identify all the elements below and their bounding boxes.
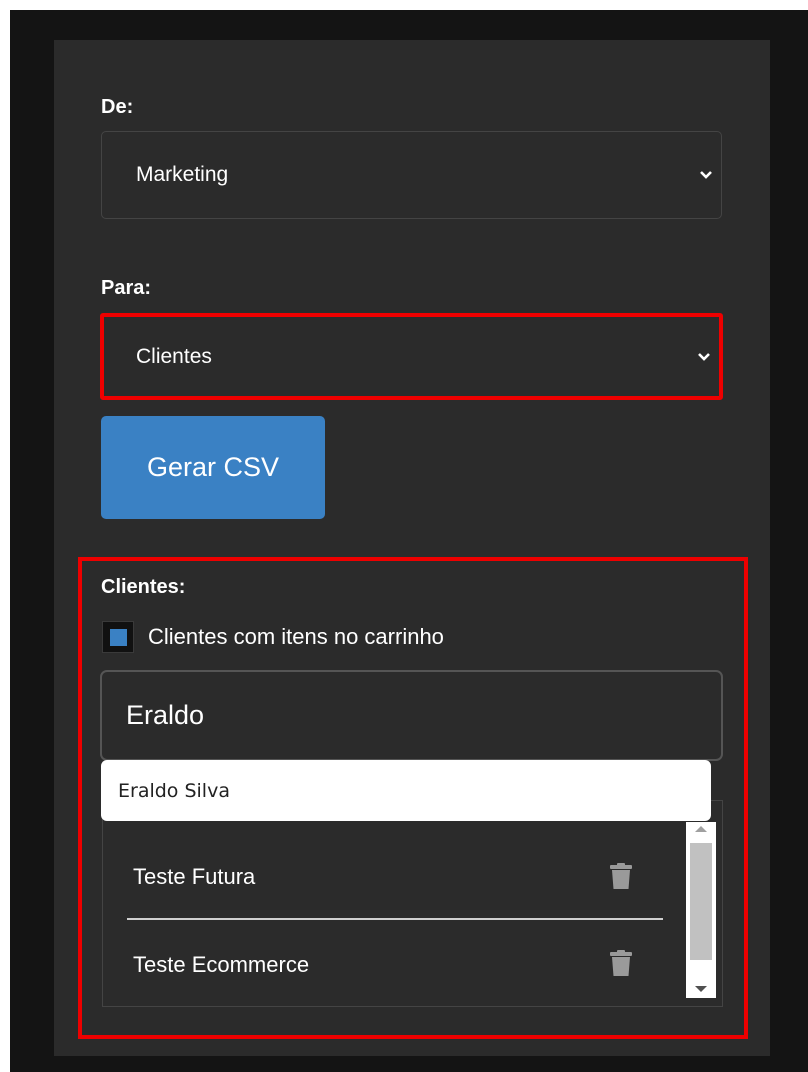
to-select[interactable]: Clientes [100, 313, 723, 400]
list-item-name: Teste Futura [133, 864, 256, 889]
trash-icon[interactable] [610, 863, 632, 889]
list-divider [127, 918, 663, 920]
chevron-down-icon [698, 352, 710, 361]
checkbox-checked-mark [110, 629, 127, 646]
clients-label: Clientes: [101, 576, 186, 598]
cart-clients-checkbox[interactable] [102, 621, 134, 653]
to-select-value: Clientes [136, 344, 212, 368]
autocomplete-suggestion[interactable]: Eraldo Silva [101, 760, 711, 821]
to-label: Para: [101, 277, 152, 299]
scroll-down-arrow-icon[interactable] [695, 986, 707, 992]
from-select-value: Marketing [136, 163, 229, 186]
trash-icon[interactable] [610, 950, 632, 976]
from-select[interactable]: Marketing [101, 131, 722, 219]
generate-csv-button[interactable]: Gerar CSV [101, 416, 325, 519]
chevron-down-icon [700, 171, 712, 179]
scroll-up-arrow-icon[interactable] [695, 826, 707, 832]
cart-clients-checkbox-label[interactable]: Clientes com itens no carrinho [148, 621, 444, 653]
scroll-thumb[interactable] [690, 843, 712, 960]
list-scrollbar[interactable] [686, 822, 716, 998]
list-item-name: Teste Ecommerce [133, 952, 310, 977]
selected-clients-list: Teste Futura Teste Ecommerce [102, 800, 723, 1007]
from-label: De: [101, 96, 134, 118]
client-search-input[interactable]: Eraldo [100, 670, 723, 761]
